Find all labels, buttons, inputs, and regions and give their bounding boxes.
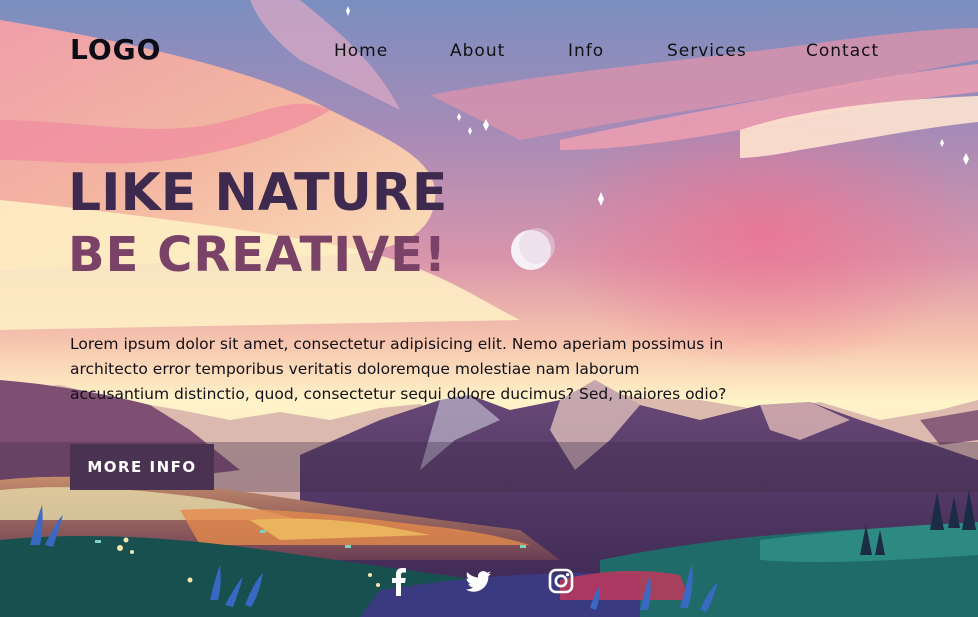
nav-about[interactable]: About xyxy=(450,41,505,61)
hero-description: Lorem ipsum dolor sit amet, consectetur … xyxy=(70,334,727,403)
facebook-glyph xyxy=(392,568,406,596)
facebook-icon[interactable] xyxy=(384,566,414,596)
main-nav: Home About Info Services Contact xyxy=(0,41,978,63)
nav-home[interactable]: Home xyxy=(334,41,388,61)
instagram-icon[interactable] xyxy=(546,566,576,596)
hero-title-line2: BE CREATIVE! xyxy=(68,227,447,283)
nav-info[interactable]: Info xyxy=(568,41,604,61)
nav-services[interactable]: Services xyxy=(667,41,747,61)
nav-contact[interactable]: Contact xyxy=(806,41,879,61)
twitter-glyph xyxy=(465,571,491,592)
hero-title-line1: LIKE NATURE xyxy=(68,163,448,223)
instagram-glyph xyxy=(548,568,574,594)
hero-background-illustration xyxy=(0,0,978,617)
twitter-icon[interactable] xyxy=(463,566,493,596)
more-info-button[interactable]: MORE INFO xyxy=(70,444,214,490)
